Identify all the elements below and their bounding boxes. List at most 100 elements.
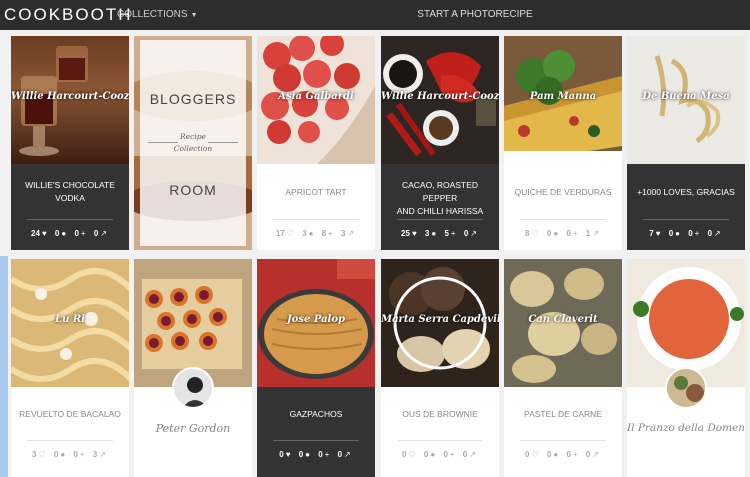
avatar[interactable] [172, 367, 214, 409]
divider [397, 440, 483, 441]
recipe-title[interactable]: OUS DE BROWNIE [385, 408, 495, 421]
avatar[interactable] [665, 367, 707, 409]
comment-icon: ● [430, 450, 436, 459]
plus-icon: + [449, 450, 455, 459]
recipe-photo[interactable]: Asia Galbardi [257, 36, 375, 164]
comment-count[interactable]: 0 ● [424, 450, 437, 459]
add-count[interactable]: 0 + [688, 229, 701, 238]
recipe-card[interactable]: Lu Ri REVUELTO DE BACALAO 3 ♡ 0 ● 0 + 3 ↗ [11, 259, 129, 477]
like-count[interactable]: 25 ♥ [401, 229, 419, 238]
share-count[interactable]: 0 ↗ [464, 229, 479, 238]
recipe-title[interactable]: WILLIE'S CHOCOLATE VODKA [15, 179, 125, 205]
like-count[interactable]: 24 ♥ [31, 229, 49, 238]
stats-bar: 17 ♡ 3 ● 8 + 3 ↗ [257, 229, 375, 238]
heart-icon: ♡ [286, 229, 294, 238]
recipe-card[interactable]: Willie Harcourt-Cooze WILLIE'S CHOCOLATE… [11, 36, 129, 250]
recipe-card[interactable]: Asia Galbardi APRICOT TART 17 ♡ 3 ● 8 + 3 ↗ [257, 36, 375, 250]
share-count[interactable]: 0 ↗ [338, 450, 353, 459]
add-count[interactable]: 0 + [443, 450, 456, 459]
divider [273, 219, 359, 220]
add-count[interactable]: 8 + [322, 229, 335, 238]
share-icon: ↗ [99, 450, 106, 459]
recipe-title[interactable]: PASTEL DE CARNE [508, 408, 618, 421]
plus-icon: + [572, 450, 578, 459]
add-count[interactable]: 0 + [318, 450, 331, 459]
recipe-photo[interactable]: De Buena Mesa [627, 36, 745, 164]
comment-count[interactable]: 0 ● [547, 450, 560, 459]
recipe-card[interactable]: Jose Palop GAZPACHOS 0 ♥ 0 ● 0 + 0 ↗ [257, 259, 375, 477]
recipe-card[interactable]: Marta Serra Capdevila OUS DE BROWNIE 0 ♡ … [381, 259, 499, 477]
recipe-card[interactable]: De Buena Mesa +1000 LOVES, GRACIAS 7 ♥ 0 ●… [627, 36, 745, 250]
stats-bar: 25 ♥ 3 ● 5 + 0 ↗ [381, 229, 499, 238]
recipe-title[interactable]: APRICOT TART [261, 186, 371, 199]
recipe-photo[interactable]: Willie Harcourt-Cooze [11, 36, 129, 164]
share-icon: ↗ [714, 229, 721, 238]
share-count[interactable]: 1 ↗ [586, 229, 601, 238]
room-heading: ROOM [169, 182, 217, 198]
comment-count[interactable]: 0 ● [55, 229, 68, 238]
collection-card[interactable]: Peter Gordon [134, 259, 252, 477]
heart-icon: ♥ [411, 229, 417, 238]
heart-icon: ♥ [285, 450, 291, 459]
like-count[interactable]: 0 ♥ [279, 450, 292, 459]
recipe-title[interactable]: QUICHE DE VERDURAS [508, 186, 618, 199]
divider [148, 142, 178, 143]
divider [27, 219, 113, 220]
add-count[interactable]: 0 + [73, 450, 86, 459]
add-count[interactable]: 0 + [566, 450, 579, 459]
recipe-card[interactable]: Can Claverit PASTEL DE CARNE 0 ♡ 0 ● 0 + 0 ↗ [504, 259, 622, 477]
title-line: WILLIE'S CHOCOLATE [25, 180, 115, 190]
stats-bar: 7 ♥ 0 ● 0 + 0 ↗ [627, 229, 745, 238]
comment-icon: ● [61, 229, 67, 238]
like-count[interactable]: 17 ♡ [276, 229, 296, 238]
bloggers-room-tile[interactable]: BLOGGERS Recipe Collection ROOM [134, 36, 252, 250]
start-photorecipe-link[interactable]: START A PHOTORECIPE [0, 9, 750, 20]
share-count[interactable]: 0 ↗ [463, 450, 478, 459]
share-count[interactable]: 0 ↗ [586, 450, 601, 459]
recipe-title[interactable]: CACAO, ROASTED PEPPER AND CHILLI HARISSA [385, 179, 495, 218]
heart-icon: ♡ [38, 450, 46, 459]
recipe-title[interactable]: +1000 LOVES, GRACIAS [631, 186, 741, 199]
like-count[interactable]: 8 ♡ [525, 229, 541, 238]
like-count[interactable]: 7 ♥ [649, 229, 662, 238]
recipe-title[interactable]: GAZPACHOS [261, 408, 371, 421]
recipe-photo[interactable]: Pam Manna [504, 36, 622, 164]
recipe-photo[interactable]: Willie Harcourt-Cooze [381, 36, 499, 164]
recipe-card[interactable]: Pam Manna QUICHE DE VERDURAS 8 ♡ 0 ● 0 + 1 ↗ [504, 36, 622, 250]
collection-card[interactable]: Il Pranzo della Domenica [627, 259, 745, 477]
comment-count[interactable]: 0 ● [54, 450, 67, 459]
recipe-photo[interactable]: Marta Serra Capdevila [381, 259, 499, 387]
recipe-photo[interactable]: Can Claverit [504, 259, 622, 387]
title-line: VODKA [55, 193, 85, 203]
stats-bar: 0 ♥ 0 ● 0 + 0 ↗ [257, 450, 375, 459]
title-line: REVUELTO DE BACALAO [19, 409, 121, 419]
title-line: +1000 LOVES, GRACIAS [637, 187, 735, 197]
recipe-card[interactable]: Willie Harcourt-Cooze CACAO, ROASTED PEP… [381, 36, 499, 250]
add-count[interactable]: 0 + [566, 229, 579, 238]
share-count[interactable]: 3 ↗ [93, 450, 108, 459]
divider [27, 440, 113, 441]
recipe-photo[interactable]: Lu Ri [11, 259, 129, 387]
share-count[interactable]: 0 ↗ [708, 229, 723, 238]
share-count[interactable]: 0 ↗ [94, 229, 109, 238]
share-icon: ↗ [344, 450, 351, 459]
title-line: OUS DE BROWNIE [402, 409, 478, 419]
comment-icon: ● [60, 450, 66, 459]
title-line: APRICOT TART [285, 187, 347, 197]
like-count[interactable]: 0 ♡ [402, 450, 418, 459]
like-count[interactable]: 3 ♡ [32, 450, 48, 459]
share-count[interactable]: 3 ↗ [341, 229, 356, 238]
author-name: Asia Galbardi [278, 91, 354, 102]
comment-count[interactable]: 3 ● [302, 229, 315, 238]
comment-count[interactable]: 0 ● [669, 229, 682, 238]
like-count[interactable]: 0 ♡ [525, 450, 541, 459]
plus-icon: + [328, 229, 333, 238]
author-name: De Buena Mesa [642, 91, 730, 102]
recipe-title[interactable]: REVUELTO DE BACALAO [15, 408, 125, 421]
comment-count[interactable]: 3 ● [425, 229, 438, 238]
add-count[interactable]: 0 + [74, 229, 87, 238]
recipe-photo[interactable]: Jose Palop [257, 259, 375, 387]
add-count[interactable]: 5 + [444, 229, 457, 238]
comment-count[interactable]: 0 ● [547, 229, 560, 238]
comment-count[interactable]: 0 ● [299, 450, 312, 459]
